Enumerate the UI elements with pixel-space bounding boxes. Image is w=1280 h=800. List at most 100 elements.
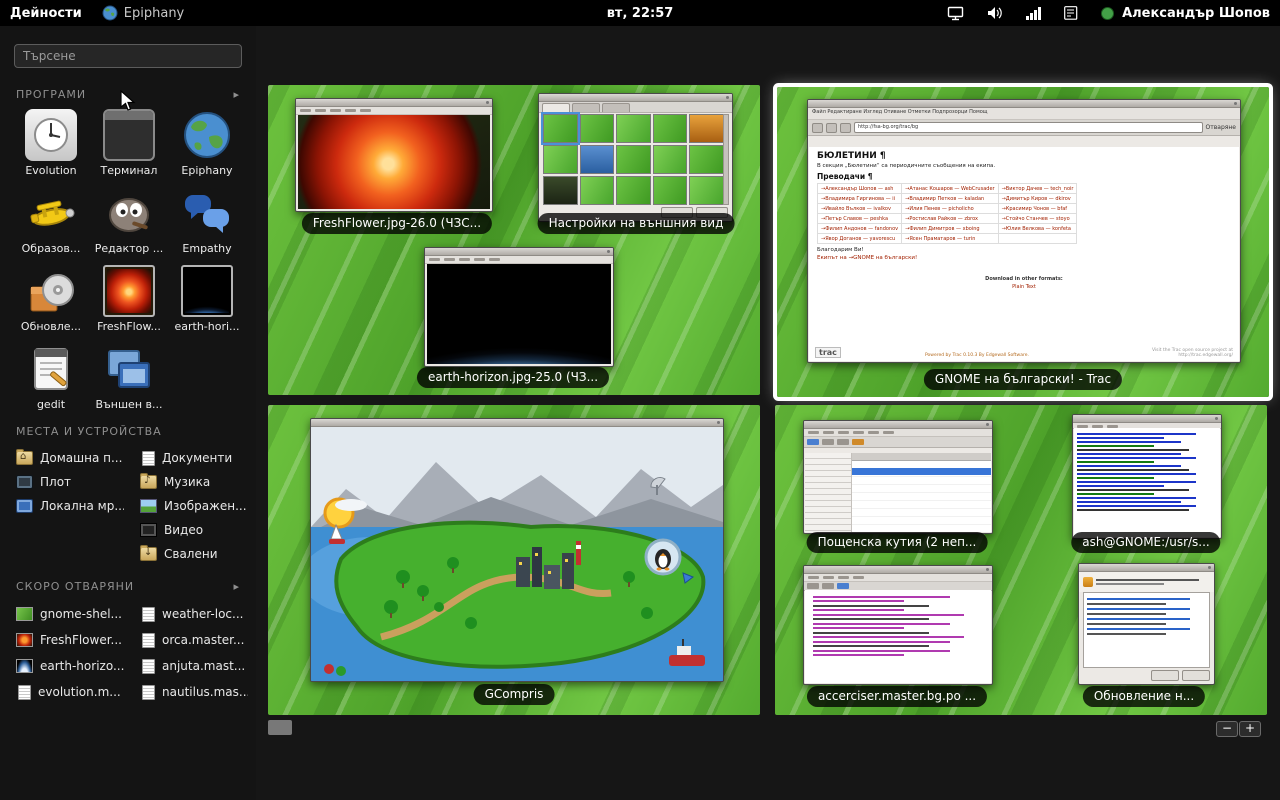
place-label: Документи xyxy=(162,451,232,465)
table-cell: →Филип Андонов — fandonov xyxy=(818,224,902,234)
app-item-freshflower[interactable]: FreshFlow... xyxy=(90,265,168,333)
place-item-pictures[interactable]: Изображен... xyxy=(124,494,248,518)
workspace-remove-button[interactable]: − xyxy=(1216,721,1238,737)
app-label: Терминал xyxy=(90,164,168,177)
app-item-epiphany[interactable]: Epiphany xyxy=(168,109,246,177)
window-gcompris[interactable] xyxy=(310,418,724,682)
app-label: FreshFlow... xyxy=(90,320,168,333)
clock[interactable]: вт, 22:57 xyxy=(607,6,674,21)
window-evolution-inbox[interactable] xyxy=(803,420,993,534)
earth-image-icon xyxy=(16,659,33,673)
window-terminal[interactable] xyxy=(1072,414,1222,539)
activities-button[interactable]: Дейности xyxy=(10,6,82,21)
workspace-add-button[interactable]: + xyxy=(1239,721,1261,737)
app-item-earth-horizon[interactable]: earth-hori... xyxy=(168,265,246,333)
recent-item[interactable]: evolution.m... xyxy=(0,679,124,705)
app-item-software-update[interactable]: Обновле... xyxy=(12,265,90,333)
window-caption: earth-horizon.jpg-25.0 (ЧЗ... xyxy=(417,367,609,388)
thanks-line: Благодарим Ви! xyxy=(817,247,1231,253)
places-header-label: МЕСТА И УСТРОЙСТВА xyxy=(16,425,162,438)
download-label: Download in other formats: xyxy=(985,276,1063,282)
recent-item[interactable]: weather-loc... xyxy=(124,601,248,627)
table-cell: →Юлия Велкова — konfeta xyxy=(998,224,1077,234)
text-file-icon xyxy=(142,685,155,700)
reload-icon xyxy=(840,123,851,133)
table-cell: →Владимира Гиргинова — ii xyxy=(818,194,902,204)
place-item-documents[interactable]: Документи xyxy=(124,446,248,470)
desktop-icon xyxy=(16,475,33,489)
home-folder-icon: ⌂ xyxy=(16,451,33,465)
window-titlebar xyxy=(311,419,723,427)
text-file-icon xyxy=(142,659,155,674)
menu-bar xyxy=(804,429,992,437)
app-label: earth-hori... xyxy=(168,320,246,333)
message-list xyxy=(852,453,991,532)
place-item-desktop[interactable]: Плот xyxy=(0,470,124,494)
update-icon xyxy=(1083,577,1093,587)
window-gimp-earth-horizon[interactable] xyxy=(424,247,614,367)
recent-item[interactable]: orca.master... xyxy=(124,627,248,653)
window-software-update[interactable] xyxy=(1078,563,1215,685)
place-item-network[interactable]: Локална мр... xyxy=(0,494,124,518)
recent-item[interactable]: FreshFlower... xyxy=(0,627,124,653)
recent-item[interactable]: anjuta.mast... xyxy=(124,653,248,679)
table-cell xyxy=(998,234,1077,244)
update-header xyxy=(1079,572,1214,592)
network-icon xyxy=(16,499,33,513)
recent-item[interactable]: gnome-shel... xyxy=(0,601,124,627)
table-cell: →Явор Доганов — yavorescu xyxy=(818,234,902,244)
window-titlebar xyxy=(1073,415,1221,423)
app-label: Редактор ... xyxy=(90,242,168,255)
search-input[interactable] xyxy=(14,44,242,68)
place-item-downloads[interactable]: ↓ Свалени xyxy=(124,542,248,566)
window-titlebar xyxy=(425,248,613,256)
programs-section-header: ПРОГРАМИ ▸ xyxy=(0,74,256,109)
menu-bar xyxy=(425,256,613,264)
app-item-appearance[interactable]: Външен в... xyxy=(90,343,168,411)
window-epiphany-trac[interactable]: Файл Редактиране Изглед Отиване Отметки … xyxy=(807,99,1241,363)
window-caption: accerciser.master.bg.po ... xyxy=(807,686,987,707)
app-item-empathy[interactable]: Empathy xyxy=(168,187,246,255)
software-update-icon xyxy=(25,265,77,317)
place-item-music[interactable]: ♪ Музика xyxy=(124,470,248,494)
workspace-2-selected[interactable]: Файл Редактиране Изглед Отиване Отметки … xyxy=(777,87,1269,397)
app-item-gedit[interactable]: gedit xyxy=(12,343,90,411)
programs-expand-icon[interactable]: ▸ xyxy=(233,88,240,101)
presence-available-icon xyxy=(1101,7,1114,20)
browser-toolbar: http://fsa-bg.org/trac/bg Отваряне xyxy=(808,120,1240,136)
display-icon[interactable] xyxy=(947,6,965,21)
app-item-evolution[interactable]: Evolution xyxy=(12,109,90,177)
recent-item[interactable]: earth-horizo... xyxy=(0,653,124,679)
workspace-indicator[interactable] xyxy=(268,720,292,735)
window-caption: Настройки на външния вид xyxy=(538,213,735,234)
network-signal-icon[interactable] xyxy=(1026,7,1042,20)
input-source-icon[interactable] xyxy=(1064,6,1079,20)
app-item-terminal[interactable]: Терминал xyxy=(90,109,168,177)
place-item-videos[interactable]: Видео xyxy=(124,518,248,542)
workspace-4[interactable]: Пощенска кутия (2 неп... ash@GNOME:/usr/… xyxy=(775,405,1267,715)
team-line: Екипът на →GNOME на български! xyxy=(817,255,1231,261)
update-list xyxy=(1083,592,1210,668)
workspace-3[interactable]: GCompris xyxy=(268,405,760,715)
window-editor-accerciser[interactable] xyxy=(803,565,993,685)
workspace-1[interactable]: FreshFlower.jpg-26.0 (ЧЗС... Настройки н… xyxy=(268,85,760,395)
window-gimp-freshflower[interactable] xyxy=(295,98,493,212)
browser-page: БЮЛЕТИНИ ¶ В секция „Бюлетини“ са период… xyxy=(809,147,1239,361)
earth-image-icon xyxy=(181,265,233,317)
recent-expand-icon[interactable]: ▸ xyxy=(233,580,240,593)
window-appearance-settings[interactable] xyxy=(538,93,733,222)
recent-item[interactable]: nautilus.mas... xyxy=(124,679,248,705)
app-item-gimp[interactable]: Редактор ... xyxy=(90,187,168,255)
user-menu[interactable]: Александър Шопов xyxy=(1101,6,1270,21)
place-item-home[interactable]: ⌂ Домашна п... xyxy=(0,446,124,470)
app-item-gcompris[interactable]: Образов... xyxy=(12,187,90,255)
window-caption: Пощенска кутия (2 неп... xyxy=(807,532,988,553)
window-titlebar xyxy=(1079,564,1214,572)
text-file-icon xyxy=(18,685,31,700)
recent-column-1: gnome-shel... FreshFlower... earth-horiz… xyxy=(0,601,124,705)
place-label: Плот xyxy=(40,475,71,489)
app-menu[interactable]: Epiphany xyxy=(102,5,184,21)
volume-icon[interactable] xyxy=(987,6,1004,20)
menu-bar xyxy=(296,107,492,115)
scrollbar xyxy=(723,114,729,205)
